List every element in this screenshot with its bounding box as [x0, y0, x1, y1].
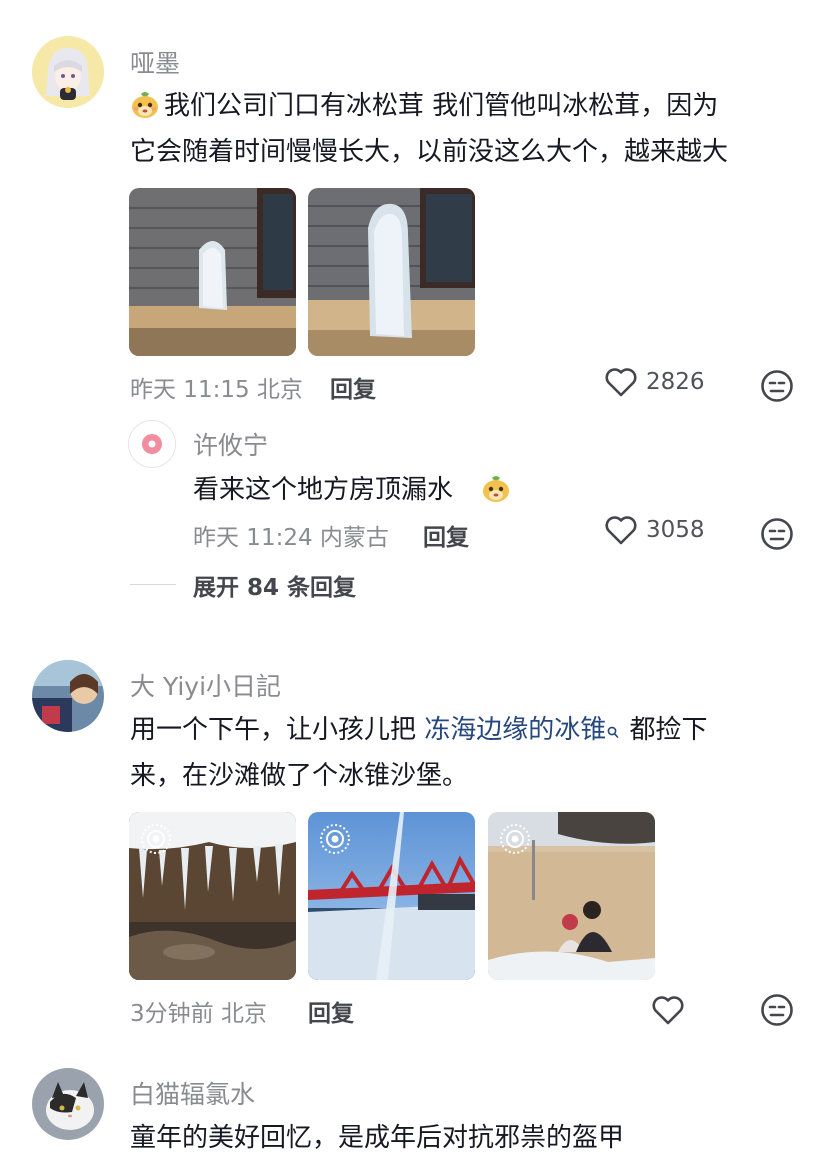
comment-text: 我们公司门口有冰松茸 我们管他叫冰松茸，因为: [164, 91, 719, 121]
username[interactable]: 白猫辐氯水: [130, 1075, 255, 1111]
reply-button[interactable]: 回复: [308, 994, 354, 1028]
heart-outline-icon: [651, 994, 685, 1026]
search-icon[interactable]: [607, 708, 619, 756]
comment-image-ice-2[interactable]: [308, 188, 475, 356]
comment-text: 童年的美好回忆，是成年后对抗邪祟的盔甲: [130, 1123, 625, 1153]
username[interactable]: 大 Yiyi小日記: [130, 667, 281, 703]
reply-time-location: 昨天 11:24 内蒙古: [193, 525, 389, 551]
comment-text: 来，在沙滩做了个冰锥沙堡。: [130, 761, 469, 791]
live-photo-icon: [318, 822, 352, 856]
meh-face-icon[interactable]: [760, 517, 794, 555]
comment-image-beach[interactable]: [488, 812, 655, 980]
comment-time-location: 3分钟前 北京: [130, 1001, 267, 1027]
comment-text-part: 用一个下午，让小孩儿把: [130, 715, 425, 745]
avatar-user-2[interactable]: [32, 660, 104, 732]
comment-text: 它会随着时间慢慢长大，以前没这么大个，越来越大: [130, 137, 729, 167]
like-button[interactable]: 3058: [604, 514, 705, 546]
avatar-user-1[interactable]: [32, 36, 104, 108]
mushroom-emoji-icon: [480, 472, 512, 504]
live-photo-icon: [498, 822, 532, 856]
search-link[interactable]: 冻海边缘的冰锥: [424, 715, 606, 745]
photo-avatar-image: [32, 660, 104, 732]
heart-outline-icon: [604, 366, 638, 398]
heart-outline-icon: [604, 514, 638, 546]
reply-button[interactable]: 回复: [330, 370, 376, 404]
reply-text: 看来这个地方房顶漏水: [193, 466, 453, 514]
reply-button[interactable]: 回复: [423, 518, 469, 552]
like-count: 2826: [646, 369, 705, 395]
username[interactable]: 哑墨: [130, 44, 180, 80]
comment-time-location: 昨天 11:15 北京: [130, 377, 303, 403]
reply-username[interactable]: 许攸宁: [193, 426, 268, 462]
comment-image-icicles[interactable]: [129, 812, 296, 980]
expand-replies-button[interactable]: 展开 84 条回复: [193, 568, 356, 602]
like-count: 3058: [646, 517, 705, 543]
like-button[interactable]: 2826: [604, 366, 705, 398]
comment-image-ice-1[interactable]: [129, 188, 296, 356]
reply-text-content: 看来这个地方房顶漏水: [193, 475, 454, 505]
meh-face-icon[interactable]: [760, 369, 794, 407]
avatar-reply-user[interactable]: [128, 420, 176, 468]
donut-avatar-image: [142, 434, 162, 454]
live-photo-icon: [139, 822, 173, 856]
comment-text-part: 都捡下: [621, 715, 708, 745]
mushroom-emoji-icon: [129, 88, 161, 120]
comment-text: 用一个下午，让小孩儿把 冻海边缘的冰锥 都捡下: [130, 706, 708, 756]
cat-avatar-image: [32, 1068, 104, 1140]
avatar-user-3[interactable]: [32, 1068, 104, 1140]
anime-avatar-image: [32, 36, 104, 108]
meh-face-icon[interactable]: [760, 993, 794, 1031]
expand-divider: [130, 584, 176, 585]
like-button[interactable]: [651, 994, 685, 1026]
comment-image-bridge[interactable]: [308, 812, 475, 980]
